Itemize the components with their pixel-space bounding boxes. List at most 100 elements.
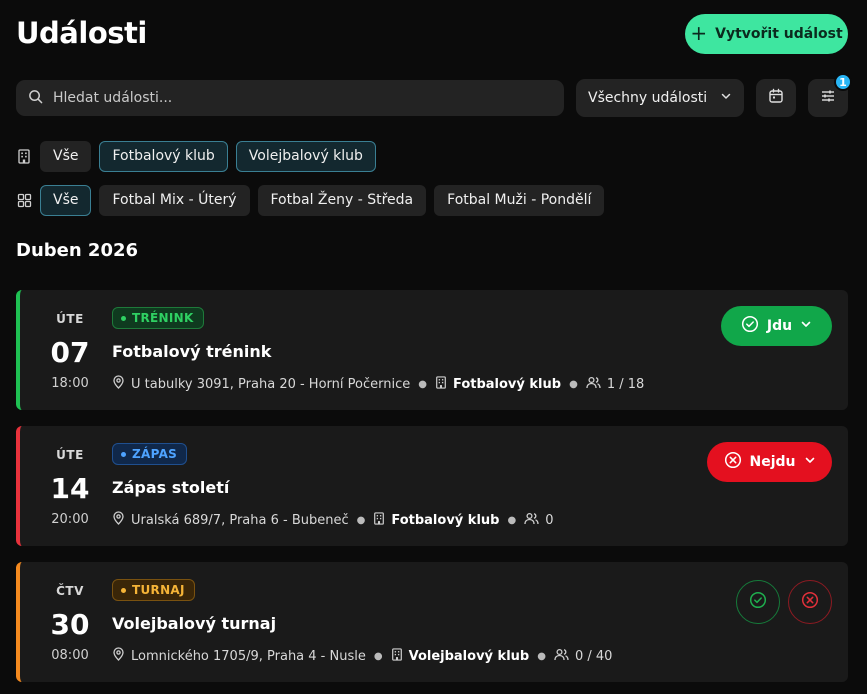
event-type-select[interactable]: Všechny události — [576, 79, 744, 117]
x-circle-icon — [724, 451, 742, 473]
x-circle-icon — [801, 591, 819, 613]
event-location-text: Lomnického 1705/9, Praha 4 - Nusle — [131, 648, 366, 664]
event-attendance: 0 — [524, 512, 553, 529]
tag-dot — [121, 451, 126, 457]
month-heading: Duben 2026 — [16, 240, 139, 261]
rsvp-accept-button[interactable] — [736, 580, 780, 624]
event-type-tag: TURNAJ — [112, 579, 195, 601]
building-icon — [391, 647, 403, 665]
users-icon — [524, 512, 539, 529]
event-club-name: Fotbalový klub — [452, 376, 562, 392]
rsvp-label: Nejdu — [749, 454, 796, 470]
chevron-down-icon — [720, 90, 732, 106]
filter-settings-button[interactable]: 1 — [808, 73, 852, 117]
check-circle-icon — [749, 591, 767, 613]
meta-separator: ● — [373, 650, 383, 662]
event-type-label: ZÁPAS — [132, 447, 178, 461]
chevron-down-icon — [804, 454, 816, 470]
building-icon — [16, 148, 32, 164]
users-icon — [586, 376, 601, 393]
event-club: Volejbalový klub — [391, 647, 530, 665]
meta-separator: ● — [418, 378, 427, 390]
map-pin-icon — [112, 375, 125, 393]
event-type-tag: TRÉNINK — [112, 307, 204, 329]
event-time: 20:00 — [51, 512, 89, 527]
event-title[interactable]: Zápas století — [112, 478, 229, 497]
rsvp-decline-button[interactable] — [788, 580, 832, 624]
club-filter-row: Vše Fotbalový klub Volejbalový klub — [16, 140, 384, 172]
page-header: Události + Vytvořit událost — [16, 14, 848, 54]
event-title[interactable]: Fotbalový trénink — [112, 342, 271, 361]
page-title: Události — [16, 16, 147, 50]
club-filter-volleyball[interactable]: Volejbalový klub — [235, 140, 376, 172]
team-filter-row: Vše Fotbal Mix - Úterý Fotbal Ženy - Stř… — [16, 184, 612, 216]
map-pin-icon — [112, 647, 125, 665]
event-time: 18:00 — [51, 376, 89, 391]
event-day: 30 — [50, 608, 90, 641]
event-club: Fotbalový klub — [373, 511, 500, 529]
team-filter-all[interactable]: Vše — [40, 184, 92, 216]
map-pin-icon — [112, 511, 125, 529]
event-weekday: ČTV — [56, 584, 84, 598]
event-meta: Uralská 689/7, Praha 6 - Bubeneč ● Fotba… — [112, 511, 553, 529]
check-circle-icon — [741, 315, 759, 337]
grid-icon — [16, 192, 32, 208]
event-attendance-count: 0 / 40 — [574, 648, 613, 664]
club-filter-football[interactable]: Fotbalový klub — [99, 140, 228, 172]
event-weekday: ÚTE — [56, 312, 84, 326]
meta-separator: ● — [356, 514, 366, 526]
event-type-tag: ZÁPAS — [112, 443, 188, 465]
filter-count-badge: 1 — [834, 73, 852, 91]
chevron-down-icon — [800, 318, 812, 334]
calendar-view-button[interactable] — [756, 79, 796, 117]
rsvp-not-going-button[interactable]: Nejdu — [707, 442, 832, 482]
calendar-icon — [768, 88, 784, 108]
team-filter-football-women-wednesday[interactable]: Fotbal Ženy - Středa — [257, 184, 427, 216]
event-card[interactable]: ČTV 30 08:00 TURNAJ Volejbalový turnaj L… — [16, 562, 848, 682]
tag-dot — [121, 587, 126, 593]
event-card[interactable]: ÚTE 07 18:00 TRÉNINK Fotbalový trénink U… — [16, 290, 848, 410]
event-meta: U tabulky 3091, Praha 20 - Horní Počerni… — [112, 375, 644, 393]
event-day: 14 — [50, 472, 90, 505]
event-time: 08:00 — [51, 648, 89, 663]
search-input[interactable] — [53, 90, 533, 106]
event-club-name: Fotbalový klub — [391, 512, 500, 528]
create-event-label: Vytvořit událost — [715, 26, 843, 42]
building-icon — [435, 375, 447, 393]
toolbar: Všechny události 1 — [16, 73, 852, 117]
event-club: Fotbalový klub — [435, 375, 562, 393]
team-filter-football-men-monday[interactable]: Fotbal Muži - Pondělí — [434, 184, 605, 216]
sliders-icon — [820, 88, 836, 108]
search-icon — [28, 89, 43, 108]
event-location-text: Uralská 689/7, Praha 6 - Bubeneč — [131, 512, 349, 528]
plus-icon: + — [690, 21, 708, 45]
event-attendance: 0 / 40 — [554, 648, 612, 665]
meta-separator: ● — [569, 378, 578, 390]
event-attendance: 1 / 18 — [586, 376, 644, 393]
event-type-select-value: Všechny události — [588, 90, 708, 106]
event-attendance-count: 0 — [545, 512, 554, 528]
event-location-text: U tabulky 3091, Praha 20 - Horní Počerni… — [131, 376, 411, 392]
team-filter-football-mix-tuesday[interactable]: Fotbal Mix - Úterý — [99, 184, 250, 216]
tag-dot — [121, 315, 126, 321]
event-location: Uralská 689/7, Praha 6 - Bubeneč — [112, 511, 349, 529]
event-location: U tabulky 3091, Praha 20 - Horní Počerni… — [112, 375, 410, 393]
club-filter-all[interactable]: Vše — [40, 140, 92, 172]
meta-separator: ● — [507, 514, 517, 526]
building-icon — [373, 511, 385, 529]
rsvp-going-button[interactable]: Jdu — [721, 306, 832, 346]
event-type-label: TURNAJ — [132, 583, 185, 597]
event-weekday: ÚTE — [56, 448, 84, 462]
meta-separator: ● — [537, 650, 546, 662]
event-location: Lomnického 1705/9, Praha 4 - Nusle — [112, 647, 366, 665]
event-title[interactable]: Volejbalový turnaj — [112, 614, 276, 633]
event-type-label: TRÉNINK — [132, 311, 194, 325]
search-box[interactable] — [16, 80, 564, 116]
rsvp-label: Jdu — [766, 318, 793, 334]
event-club-name: Volejbalový klub — [408, 648, 530, 664]
create-event-button[interactable]: + Vytvořit událost — [685, 14, 848, 54]
users-icon — [554, 648, 569, 665]
event-attendance-count: 1 / 18 — [606, 376, 645, 392]
event-card[interactable]: ÚTE 14 20:00 ZÁPAS Zápas století Uralská… — [16, 426, 848, 546]
event-day: 07 — [50, 336, 90, 369]
